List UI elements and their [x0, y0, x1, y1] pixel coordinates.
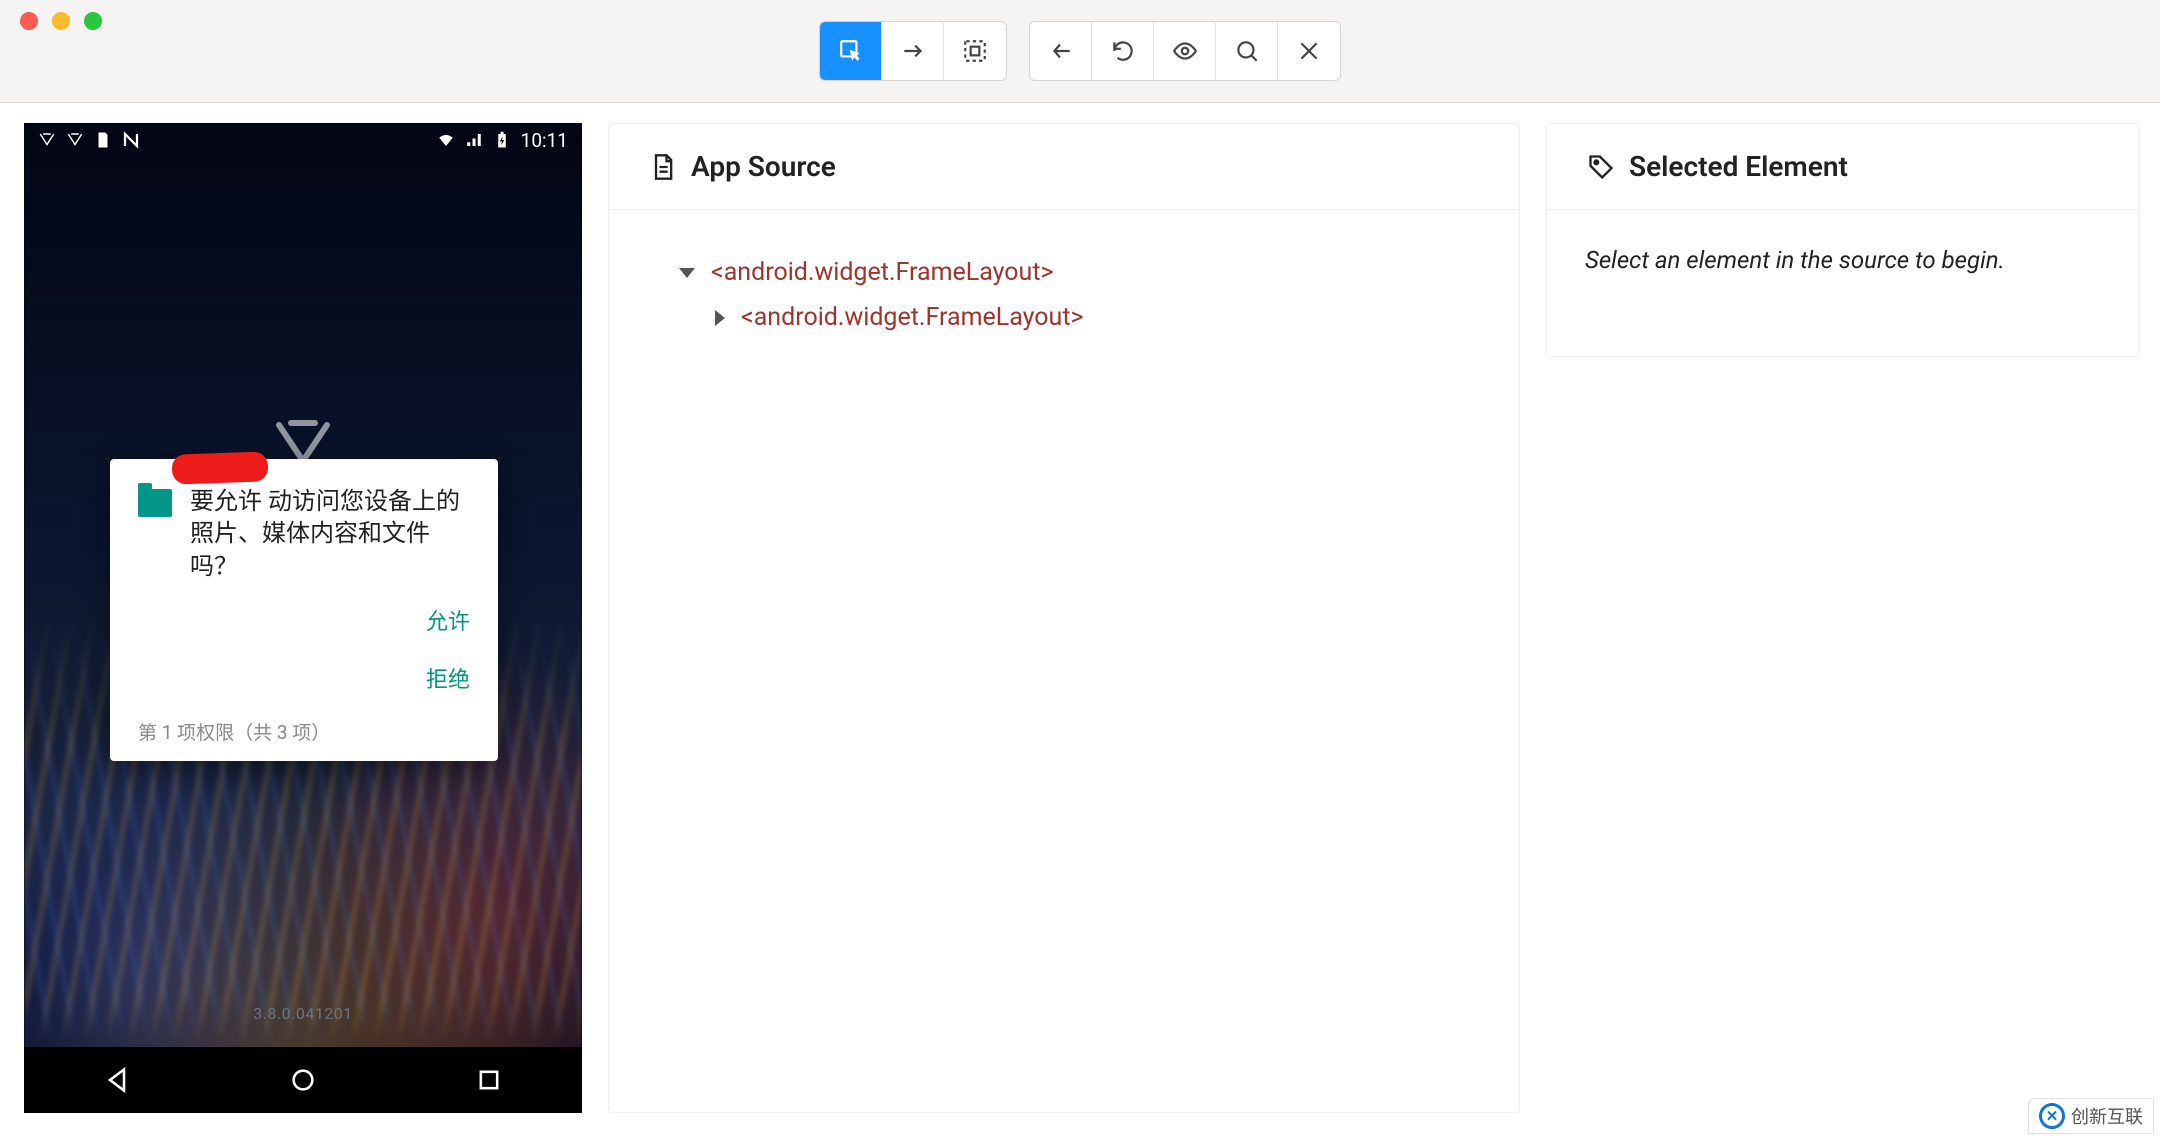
- selected-element-header: Selected Element: [1547, 124, 2139, 210]
- tree-node-label: <android.widget.FrameLayout>: [711, 258, 1054, 287]
- window-titlebar: [0, 0, 2160, 103]
- app-source-header: App Source: [609, 124, 1519, 210]
- android-home-button[interactable]: [289, 1066, 317, 1094]
- quit-session-button[interactable]: [1278, 22, 1340, 80]
- notification-icon: [66, 131, 84, 149]
- toolbar-group-inspect: [819, 21, 1007, 81]
- android-status-bar: 10:11: [24, 123, 582, 157]
- selected-element-panel: Selected Element Select an element in th…: [1546, 123, 2140, 357]
- traffic-lights: [20, 12, 102, 30]
- tree-node-root[interactable]: <android.widget.FrameLayout>: [679, 250, 1499, 295]
- android-nav-bar: [24, 1047, 582, 1113]
- toggle-bounds-button[interactable]: [944, 22, 1006, 80]
- close-icon: [1296, 38, 1322, 64]
- folder-icon: [138, 489, 172, 517]
- permission-dialog: 要允许 动访问您设备上的照片、媒体内容和文件吗？ 允许 拒绝 第 1 项权限（共…: [110, 459, 498, 761]
- app-source-title: App Source: [691, 150, 836, 183]
- window-maximize-button[interactable]: [84, 12, 102, 30]
- window-minimize-button[interactable]: [52, 12, 70, 30]
- search-button[interactable]: [1216, 22, 1278, 80]
- caret-down-icon: [679, 268, 695, 278]
- source-tree: <android.widget.FrameLayout> <android.wi…: [609, 210, 1519, 360]
- wifi-icon: [437, 131, 455, 149]
- file-icon: [649, 153, 677, 181]
- top-toolbar: [819, 21, 1341, 81]
- n-icon: [122, 131, 140, 149]
- device-screenshot[interactable]: 10:11 要允许 动访问您设备上的照片、媒体内容和文件吗？ 允许 拒绝 第 1…: [24, 123, 582, 1113]
- tag-icon: [1587, 153, 1615, 181]
- notification-icon: [38, 131, 56, 149]
- android-recents-button[interactable]: [475, 1066, 503, 1094]
- refresh-button[interactable]: [1092, 22, 1154, 80]
- bounds-icon: [962, 38, 988, 64]
- toggle-record-button[interactable]: [1154, 22, 1216, 80]
- app-source-panel: App Source <android.widget.FrameLayout> …: [608, 123, 1520, 1113]
- refresh-icon: [1110, 38, 1136, 64]
- main-area: 10:11 要允许 动访问您设备上的照片、媒体内容和文件吗？ 允许 拒绝 第 1…: [0, 103, 2160, 1140]
- arrow-right-icon: [900, 38, 926, 64]
- tree-node-label: <android.widget.FrameLayout>: [741, 303, 1084, 332]
- permission-allow-button[interactable]: 允许: [426, 604, 470, 636]
- sdcard-icon: [94, 131, 112, 149]
- permission-deny-button[interactable]: 拒绝: [426, 662, 470, 694]
- watermark-badge: ✕ 创新互联: [2028, 1098, 2154, 1134]
- permission-message: 要允许 动访问您设备上的照片、媒体内容和文件吗？: [190, 485, 470, 582]
- search-icon: [1234, 38, 1260, 64]
- swipe-button[interactable]: [882, 22, 944, 80]
- inspect-icon: [838, 38, 864, 64]
- back-button[interactable]: [1030, 22, 1092, 80]
- inspect-element-button[interactable]: [820, 22, 882, 80]
- window-close-button[interactable]: [20, 12, 38, 30]
- eye-icon: [1172, 38, 1198, 64]
- selected-element-empty-hint: Select an element in the source to begin…: [1547, 210, 2139, 310]
- tree-node-child[interactable]: <android.widget.FrameLayout>: [715, 295, 1499, 340]
- caret-right-icon: [715, 310, 725, 326]
- signal-icon: [465, 131, 483, 149]
- battery-icon: [493, 131, 511, 149]
- toolbar-group-actions: [1029, 21, 1341, 81]
- selected-element-title: Selected Element: [1629, 150, 1848, 183]
- arrow-left-icon: [1048, 38, 1074, 64]
- redaction-mark: [172, 451, 269, 484]
- watermark-text: 创新互联: [2071, 1103, 2143, 1129]
- watermark-logo-icon: ✕: [2039, 1103, 2065, 1129]
- app-version-text: 3.8.0.041201: [253, 1004, 353, 1023]
- android-back-button[interactable]: [103, 1066, 131, 1094]
- permission-counter: 第 1 项权限（共 3 项）: [138, 718, 470, 745]
- status-time: 10:11: [521, 129, 568, 152]
